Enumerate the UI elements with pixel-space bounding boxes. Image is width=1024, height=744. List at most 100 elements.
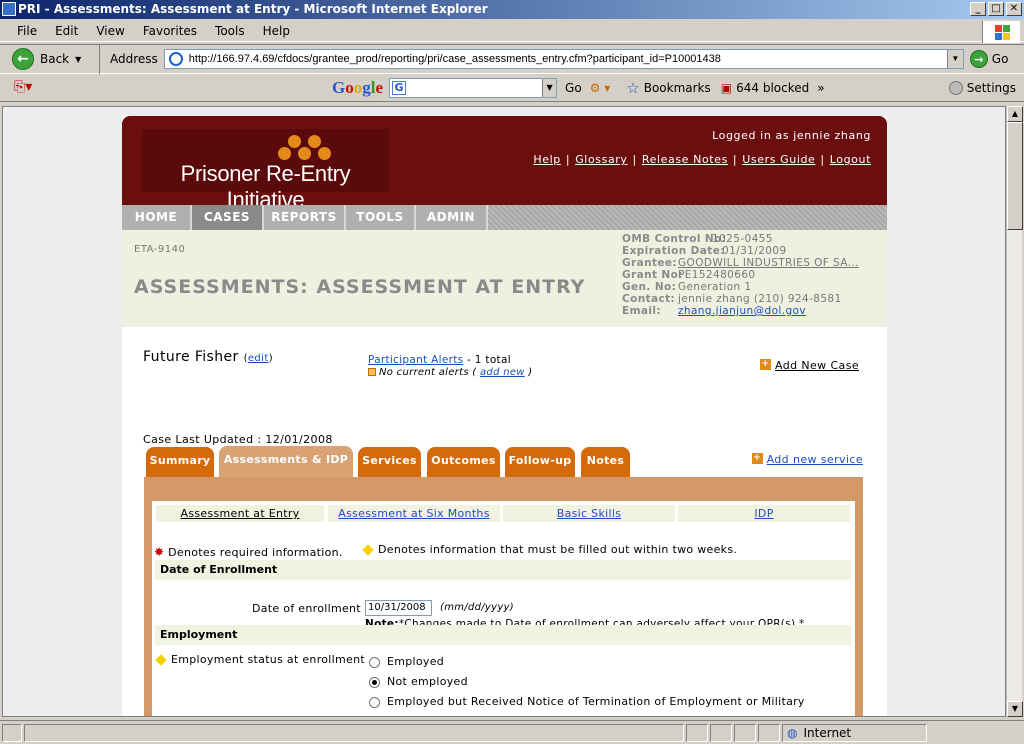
employment-status-label: Employment status at enrollment [171,653,365,666]
settings-button[interactable]: Settings [948,81,1016,95]
scroll-down-icon[interactable]: ▼ [1007,701,1023,717]
grantee-link[interactable]: GOODWILL INDUSTRIES OF SA... [678,257,859,269]
page-status-icon [2,723,22,742]
toolbar-tools-icon[interactable]: ⚙ ▾ [590,81,611,95]
nav-admin[interactable]: ADMIN [416,205,488,230]
toolbar-more-icon[interactable]: » [817,81,824,95]
two-weeks-diamond-icon [362,544,374,556]
menu-view[interactable]: View [87,24,133,38]
back-label: Back [40,52,70,66]
grant-info: OMB Control No:1025-0455 Expiration Date… [622,233,859,317]
contact-label: Contact: [622,293,676,305]
not-employed-radio[interactable] [369,676,380,688]
google-logo: Google [332,78,384,97]
google-g-icon: G [392,81,407,95]
menu-tools[interactable]: Tools [206,24,254,38]
site-header: Prisoner Re-Entry Initiative Logged in a… [122,116,887,212]
help-link[interactable]: Help [533,153,560,166]
required-note: Denotes required information. [168,546,343,559]
tab-summary[interactable]: Summary [146,447,214,477]
subtab-basic-skills[interactable]: Basic Skills [503,505,675,522]
minimize-button[interactable]: _ [970,2,986,16]
menu-edit[interactable]: Edit [46,24,87,38]
window-title: PRI - Assessments: Assessment at Entry -… [18,2,488,16]
status-text-pane [24,723,684,742]
scroll-thumb[interactable] [1007,122,1023,230]
nav-cases[interactable]: CASES [192,205,264,230]
header-links: Help | Glossary | Release Notes | Users Guide |… [533,153,871,166]
bookmarks-button[interactable]: Bookmarks [644,81,711,95]
pdf-icon[interactable]: ⎘▾ [14,79,32,97]
gen-no-value: Generation 1 [678,281,752,293]
add-new-service-link[interactable]: Add new service [767,453,863,466]
scroll-up-icon[interactable]: ▲ [1007,106,1023,122]
option-employed[interactable]: Employed [369,655,444,668]
menu-file[interactable]: File [8,24,46,38]
navigation-toolbar: ← Back ▼ Address http://166.97.4.69/cfdo… [0,44,1024,74]
add-new-service[interactable]: + Add new service [751,453,863,466]
tab-outcomes[interactable]: Outcomes [427,447,500,477]
bookmarks-star-icon: ☆ [626,79,640,97]
subtab-idp[interactable]: IDP [678,505,850,522]
subtab-assessment-entry[interactable]: Assessment at Entry [156,505,324,522]
termination-notice-radio[interactable] [369,696,380,708]
nav-home[interactable]: HOME [122,205,192,230]
alert-expand-icon[interactable] [368,368,376,376]
omb-label: OMB Control No: [622,233,727,245]
case-last-updated: Case Last Updated : 12/01/2008 [143,433,333,446]
google-search-dropdown-icon[interactable]: ▼ [542,79,557,97]
status-pane-2 [686,723,708,742]
google-go-button[interactable]: Go [565,81,582,95]
address-bar[interactable]: http://166.97.4.69/cfdocs/grantee_prod/r… [163,49,964,69]
option-termination-notice[interactable]: Employed but Received Notice of Terminat… [369,695,805,708]
logo-dots-icon [274,133,334,161]
vertical-scrollbar[interactable]: ▲ ▼ [1006,106,1023,717]
option-not-employed[interactable]: Not employed [369,675,468,688]
tab-notes[interactable]: Notes [581,447,630,477]
required-legend: ✸ Denotes required information. [154,545,343,559]
nav-tools[interactable]: TOOLS [346,205,416,230]
google-search-input[interactable]: G ▼ [389,78,558,98]
form-number: ETA-9140 [134,244,186,255]
back-dropdown-icon[interactable]: ▼ [75,55,81,64]
zone-pane: ◍ Internet [782,723,927,742]
add-new-case[interactable]: + Add New Case [759,359,859,372]
tab-services[interactable]: Services [358,447,421,477]
popup-blocked-count[interactable]: 644 blocked [736,81,809,95]
enrollment-date-input[interactable]: 10/31/2008 [365,600,432,616]
zone-label: Internet [803,725,852,740]
go-button[interactable]: → Go [969,50,1008,68]
participant-name: Future Fisher [143,349,239,365]
not-employed-label: Not employed [387,675,468,688]
edit-participant-link[interactable]: edit [248,353,269,364]
logout-link[interactable]: Logout [830,153,871,166]
assessment-form: Assessment at Entry Assessment at Six Mo… [152,501,855,716]
back-button[interactable]: ← Back ▼ [0,44,100,74]
close-button[interactable]: ✕ [1006,2,1022,16]
subtab-assessment-six-months[interactable]: Assessment at Six Months [328,505,500,522]
alerts-count: - 1 total [463,354,511,366]
address-label: Address [110,52,158,66]
employed-radio[interactable] [369,656,380,668]
ie-app-icon [2,2,16,16]
release-notes-link[interactable]: Release Notes [642,153,728,166]
users-guide-link[interactable]: Users Guide [742,153,815,166]
tab-assessments-idp[interactable]: Assessments & IDP [219,446,353,480]
menu-favorites[interactable]: Favorites [134,24,206,38]
menu-help[interactable]: Help [254,24,299,38]
address-dropdown-icon[interactable]: ▼ [946,50,963,68]
participant-alerts-link[interactable]: Participant Alerts [368,354,463,366]
nav-reports[interactable]: REPORTS [264,205,346,230]
glossary-link[interactable]: Glossary [575,153,627,166]
email-label: Email: [622,305,661,317]
window-title-bar: PRI - Assessments: Assessment at Entry -… [0,0,1024,19]
gen-no-label: Gen. No: [622,281,677,293]
settings-icon [948,81,963,95]
participant-alerts: Participant Alerts - 1 total No current … [368,354,532,378]
add-new-case-link[interactable]: Add New Case [775,359,859,372]
email-link[interactable]: zhang.jianjun@dol.gov [678,305,806,317]
maximize-button[interactable]: □ [988,2,1004,16]
pri-logo[interactable]: Prisoner Re-Entry Initiative [142,129,389,212]
add-alert-link[interactable]: add new [480,367,525,378]
tab-follow-up[interactable]: Follow-up [505,447,575,477]
